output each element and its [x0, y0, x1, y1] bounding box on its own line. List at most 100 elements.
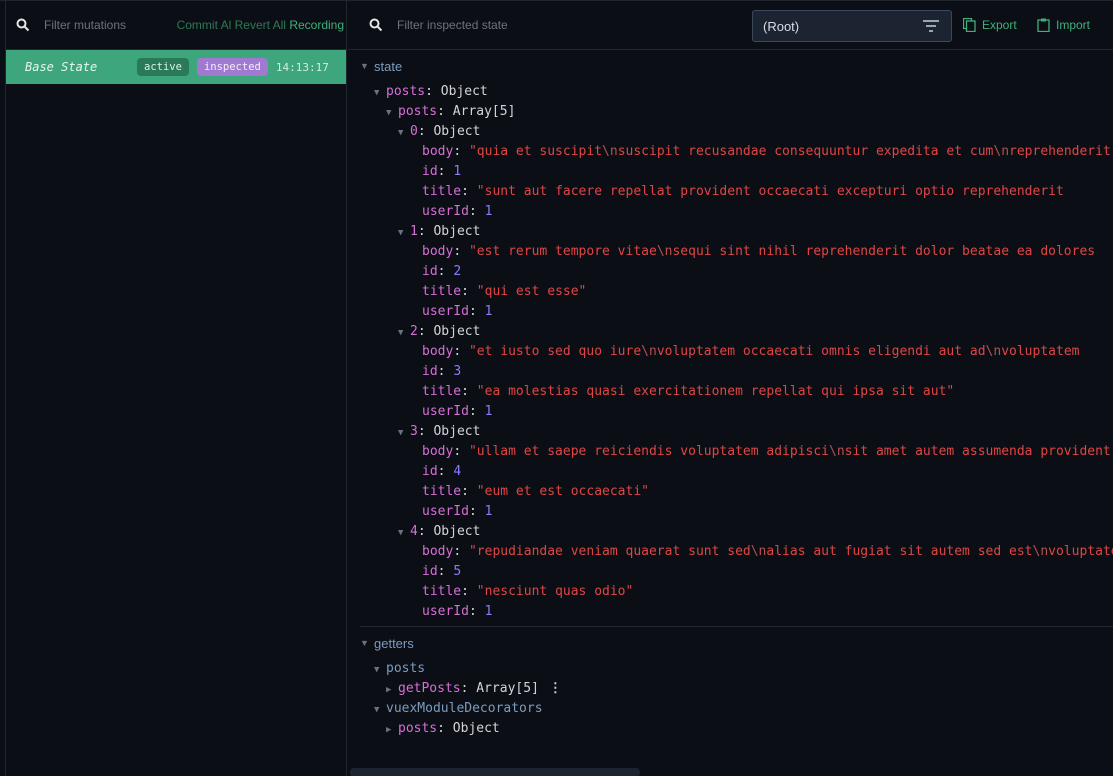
post-field-value: 1 [484, 604, 493, 619]
mutations-toolbar: Filter mutations Commit Al Revert All Re… [6, 1, 346, 50]
getter-module-posts[interactable]: ▼ posts [360, 659, 1113, 679]
post-field-userid: userId: 1 [422, 204, 493, 219]
post-field-value: 1 [484, 204, 493, 219]
mutation-actions: Commit Al Revert All Recording [177, 18, 346, 32]
mutation-timestamp: 14:13:17 [275, 60, 329, 74]
state-label: state [374, 58, 403, 74]
search-icon [16, 18, 30, 32]
post-field-value: 5 [453, 564, 462, 579]
revert-all-button[interactable]: Revert All [235, 18, 286, 32]
post-field-value: "sunt aut facere repellat provident occa… [476, 184, 1064, 199]
collapse-triangle-icon: ▼ [386, 108, 392, 118]
tree-node-post-2[interactable]: ▼ 2: Object [360, 322, 1113, 342]
post-field-value: "et iusto sed quo iure\nvoluptatem occae… [468, 344, 1080, 359]
filter-mutations-input[interactable]: Filter mutations [44, 18, 164, 32]
export-button[interactable]: Export [963, 18, 1017, 32]
module-select[interactable]: (Root) [752, 10, 952, 42]
post-field-id: id: 3 [422, 364, 462, 379]
post-field-value: 2 [453, 264, 462, 279]
post-field-value: "ea molestias quasi exercitationem repel… [476, 384, 955, 399]
filter-icon [923, 20, 939, 32]
post-field-id: id: 5 [422, 564, 462, 579]
commit-all-button[interactable]: Commit Al [177, 18, 232, 32]
search-icon [369, 18, 383, 32]
post-field-body: body: "ullam et saepe reiciendis volupta… [422, 444, 1111, 459]
post-field-value: 1 [484, 404, 493, 419]
post-field-id: id: 1 [422, 164, 462, 179]
expand-triangle-icon: ▶ [386, 685, 392, 695]
import-button[interactable]: Import [1037, 18, 1090, 32]
getters-tree: ▼ posts ▶ getPosts: Array[5] ⋮ ▼ vuexModuleD… [360, 659, 1113, 739]
module-select-value: (Root) [763, 18, 800, 34]
state-section-toggle[interactable]: ▼ state [360, 50, 1113, 82]
post-field-value: 1 [453, 164, 462, 179]
post-field-value: "est rerum tempore vitae\nsequi sint nih… [468, 244, 1096, 259]
collapse-triangle-icon: ▼ [360, 638, 369, 648]
state-section: ▼ state ▼ posts: Object ▼ posts: Array[5] … [348, 50, 1113, 627]
post-field-userid: userId: 1 [422, 404, 493, 419]
tree-node-posts-module[interactable]: ▼ posts: Object [360, 82, 1113, 102]
mutation-item-base-state[interactable]: Base State active inspected 14:13:17 [6, 50, 346, 84]
collapse-triangle-icon: ▼ [398, 228, 404, 238]
tree-node-post-0[interactable]: ▼ 0: Object [360, 122, 1113, 142]
post-field-value: "ullam et saepe reiciendis voluptatem ad… [468, 444, 1111, 459]
post-field-value: "quia et suscipit\nsuscipit recusandae c… [468, 144, 1111, 159]
post-field-value: 4 [453, 464, 462, 479]
inspected-badge: inspected [196, 58, 268, 76]
horizontal-scrollbar[interactable] [350, 768, 640, 776]
post-field-body: body: "repudiandae veniam quaerat sunt s… [360, 542, 1113, 562]
tree-node-post-4[interactable]: ▼ 4: Object [360, 522, 1113, 542]
tree-node-post-1[interactable]: ▼ 1: Object [360, 222, 1113, 242]
post-field-userid: userId: 1 [422, 304, 493, 319]
tree-node-posts-array[interactable]: ▼ posts: Array[5] [360, 102, 1113, 122]
post-field-id: id: 2 [422, 264, 462, 279]
post-field-body: body: "quia et suscipit\nsuscipit recusa… [422, 144, 1111, 159]
post-field-title: title: "ea molestias quasi exercitatione… [422, 384, 955, 399]
collapse-triangle-icon: ▼ [398, 128, 404, 138]
getter-module-vuexmoduledecorators[interactable]: ▼ vuexModuleDecorators [360, 699, 1113, 719]
post-field-value: 3 [453, 364, 462, 379]
collapse-triangle-icon: ▼ [398, 328, 404, 338]
post-field-title: title: "sunt aut facere repellat provide… [422, 184, 1064, 199]
more-vertical-icon[interactable]: ⋮ [549, 681, 562, 696]
post-field-value: 1 [484, 504, 493, 519]
post-field-value: "qui est esse" [476, 284, 587, 299]
post-field-body: body: "et iusto sed quo iure\nvoluptatem… [422, 344, 1080, 359]
collapse-triangle-icon: ▼ [398, 428, 404, 438]
getters-label: getters [374, 635, 414, 651]
tree-node-post-3[interactable]: ▼ 3: Object [360, 422, 1113, 442]
inspector-toolbar: Filter inspected state (Root) Export Imp… [348, 1, 1113, 50]
clipboard-icon [1037, 18, 1050, 32]
post-field-userid: userId: 1 [422, 504, 493, 519]
post-field-userid: userId: 1 [422, 604, 493, 619]
post-field-title: title: "nesciunt quas odio" [422, 584, 634, 599]
collapse-triangle-icon: ▼ [374, 88, 380, 98]
recording-button[interactable]: Recording [289, 18, 344, 32]
copy-icon [963, 18, 976, 32]
mutations-panel: Filter mutations Commit Al Revert All Re… [6, 1, 347, 776]
posts-list: ▼ 0: Object body: "quia et suscipit\nsusci… [360, 122, 1113, 622]
collapse-triangle-icon: ▼ [374, 665, 380, 675]
post-field-value: 1 [484, 304, 493, 319]
post-field-value: "repudiandae veniam quaerat sunt sed\nal… [468, 544, 1113, 559]
collapse-triangle-icon: ▼ [360, 61, 369, 71]
filter-state-input[interactable]: Filter inspected state [397, 18, 508, 32]
getter-entry-getposts[interactable]: ▶ getPosts: Array[5] ⋮ [360, 679, 1113, 699]
collapse-triangle-icon: ▼ [398, 528, 404, 538]
getters-section-toggle[interactable]: ▼ getters [360, 627, 1113, 659]
export-label: Export [982, 18, 1017, 32]
state-inspector: Filter inspected state (Root) Export Imp… [348, 1, 1113, 776]
mutation-name: Base State [25, 60, 98, 74]
import-label: Import [1056, 18, 1091, 32]
post-field-id: id: 4 [422, 464, 462, 479]
post-field-value: "eum et est occaecati" [476, 484, 649, 499]
post-field-title: title: "eum et est occaecati" [422, 484, 649, 499]
expand-triangle-icon: ▶ [386, 725, 392, 735]
state-tree: ▼ posts: Object ▼ posts: Array[5] ▼ 0: Obje… [360, 82, 1113, 622]
post-field-value: "nesciunt quas odio" [476, 584, 634, 599]
post-field-title: title: "qui est esse" [422, 284, 587, 299]
collapse-triangle-icon: ▼ [374, 705, 380, 715]
getter-entry-posts[interactable]: ▶ posts: Object [360, 719, 1113, 739]
active-badge: active [137, 58, 189, 76]
getters-section: ▼ getters ▼ posts ▶ getPosts: Array[5] ⋮ ▼ v… [348, 627, 1113, 739]
